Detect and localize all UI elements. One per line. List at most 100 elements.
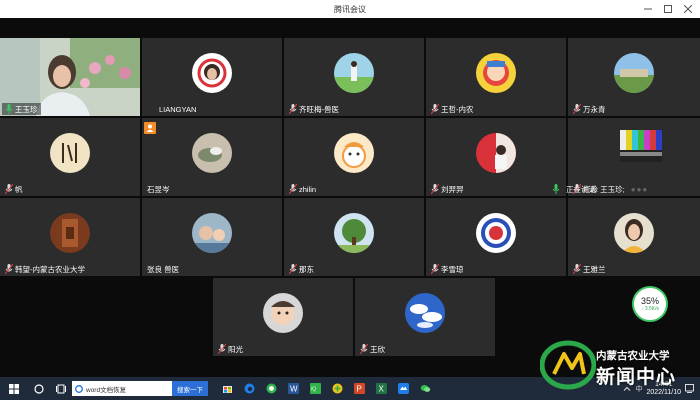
search-value: word文档恢复	[86, 386, 127, 394]
taskbar-app-powerpoint[interactable]: P	[348, 377, 370, 400]
test-pattern-video	[620, 130, 662, 162]
taskbar-app-browser[interactable]	[260, 377, 282, 400]
network-status-badge[interactable]: 35% ↓ 3.5K/s	[632, 286, 668, 322]
participant-name: 那东	[299, 264, 314, 274]
tencent-meeting-icon	[397, 383, 409, 394]
participant-tile[interactable]: 阳光	[213, 278, 353, 356]
avatar	[405, 293, 445, 333]
participant-name-bar: 李雪琼	[428, 263, 467, 275]
minimize-button[interactable]	[640, 0, 656, 18]
participant-tile[interactable]: 那东	[284, 198, 424, 276]
svg-text:iQ: iQ	[311, 387, 316, 393]
svg-text:W: W	[290, 385, 298, 394]
host-badge	[144, 122, 156, 134]
participant-name: 韩望-内蒙古农业大学	[15, 264, 85, 274]
avatar	[476, 53, 516, 93]
avatar	[192, 53, 232, 93]
search-input[interactable]: word文档恢复	[72, 381, 172, 396]
start-button[interactable]	[0, 377, 28, 400]
svg-text:X: X	[378, 385, 384, 394]
search-button[interactable]: 搜索一下	[172, 381, 208, 396]
participant-name: 石昱岑	[147, 184, 170, 194]
edge-icon	[244, 383, 254, 394]
mic-muted-icon	[431, 104, 439, 114]
avatar	[476, 213, 516, 253]
speaker-name-bar: 王玉珍	[2, 103, 41, 115]
participant-tile[interactable]: 万永青	[568, 38, 700, 116]
taskbar-app-word[interactable]: W	[282, 377, 304, 400]
maximize-button[interactable]	[660, 0, 676, 18]
participant-name: 王雅兰	[583, 264, 606, 274]
participant-tile[interactable]: zhilin	[284, 118, 424, 196]
mic-muted-icon	[5, 184, 13, 194]
participant-name: 李雪琼	[441, 264, 464, 274]
avatar	[614, 53, 654, 93]
participant-name-bar: 张良 兽医	[144, 263, 182, 275]
plus-circle-icon	[332, 383, 342, 394]
participant-name-bar: 那东	[286, 263, 317, 275]
wechat-icon	[420, 385, 430, 392]
participant-name: zhilin	[299, 184, 317, 194]
close-button[interactable]	[680, 0, 696, 18]
avatar	[50, 213, 90, 253]
mic-muted-icon	[573, 264, 581, 274]
participant-name: 王欣	[370, 344, 385, 354]
participant-name-bar: 刘羿羿	[428, 183, 467, 195]
taskbar-app-excel[interactable]: X	[370, 377, 392, 400]
taskbar-app-edge[interactable]	[238, 377, 260, 400]
participant-name: 齐旺梅-兽医	[299, 104, 339, 114]
participant-tile[interactable]: LIANGYAN	[142, 38, 282, 116]
store-bag-icon	[222, 386, 232, 393]
participant-tile[interactable]: 石昱岑	[142, 118, 282, 196]
participant-tile[interactable]: 李雪琼	[426, 198, 566, 276]
participant-name-bar: 阳光	[215, 343, 246, 355]
taskbar-app-store[interactable]	[216, 377, 238, 400]
mic-muted-icon	[573, 104, 581, 114]
mic-muted-icon	[5, 264, 13, 274]
iqiyi-icon: iQ	[309, 383, 321, 394]
participant-name-bar: 王哲-内农	[428, 103, 477, 115]
task-view-icon	[56, 384, 66, 393]
news-center-watermark: 内蒙古农业大学 新闻中心	[538, 338, 700, 400]
mic-muted-icon	[431, 264, 439, 274]
participant-name: 帆	[15, 184, 23, 194]
taskbar-app-tencent-meeting[interactable]	[392, 377, 414, 400]
participant-tile[interactable]: 王雅兰	[568, 198, 700, 276]
maximize-icon	[664, 5, 672, 13]
participant-name: LIANGYAN	[159, 104, 197, 114]
university-logo-icon	[540, 340, 596, 390]
cortana-button[interactable]	[28, 377, 50, 400]
participant-tile[interactable]: 帆	[0, 118, 140, 196]
avatar	[192, 213, 232, 253]
mic-muted-icon	[289, 264, 297, 274]
ie-icon	[75, 384, 83, 393]
avatar	[192, 133, 232, 173]
circle-icon	[34, 383, 44, 394]
participant-tile[interactable]: 王欣	[355, 278, 495, 356]
powerpoint-icon: P	[353, 383, 365, 394]
participant-name: 王哲-内农	[441, 104, 474, 114]
participant-tile[interactable]: 张良 兽医	[142, 198, 282, 276]
taskbar-app-iqiyi[interactable]: iQ	[304, 377, 326, 400]
excel-icon: X	[375, 383, 387, 394]
mic-icon	[5, 104, 13, 114]
participant-name: 万永青	[583, 104, 606, 114]
participant-name-bar: 韩望-内蒙古农业大学	[2, 263, 88, 275]
task-view-button[interactable]	[50, 377, 72, 400]
now-speaking-label: 正在讲话: 王玉珍;	[566, 184, 625, 194]
participant-tile[interactable]: 齐旺梅-兽医	[284, 38, 424, 116]
minimize-icon	[644, 8, 652, 10]
participant-tile[interactable]: 刘羿羿	[426, 118, 566, 196]
speaker-video-tile[interactable]: 王玉珍	[0, 38, 140, 116]
participant-tile[interactable]: 王哲-内农	[426, 38, 566, 116]
mic-icon	[552, 184, 560, 194]
svg-text:P: P	[356, 385, 361, 394]
window-title: 腾讯会议	[334, 4, 366, 14]
avatar	[614, 213, 654, 253]
watermark-news-center: 新闻中心	[596, 367, 677, 388]
taskbar-app-360[interactable]	[326, 377, 348, 400]
blurred-name: ●●●	[630, 184, 649, 194]
participant-tile[interactable]: 韩望-内蒙古农业大学	[0, 198, 140, 276]
taskbar-app-wechat[interactable]	[414, 377, 436, 400]
avatar	[263, 293, 303, 333]
